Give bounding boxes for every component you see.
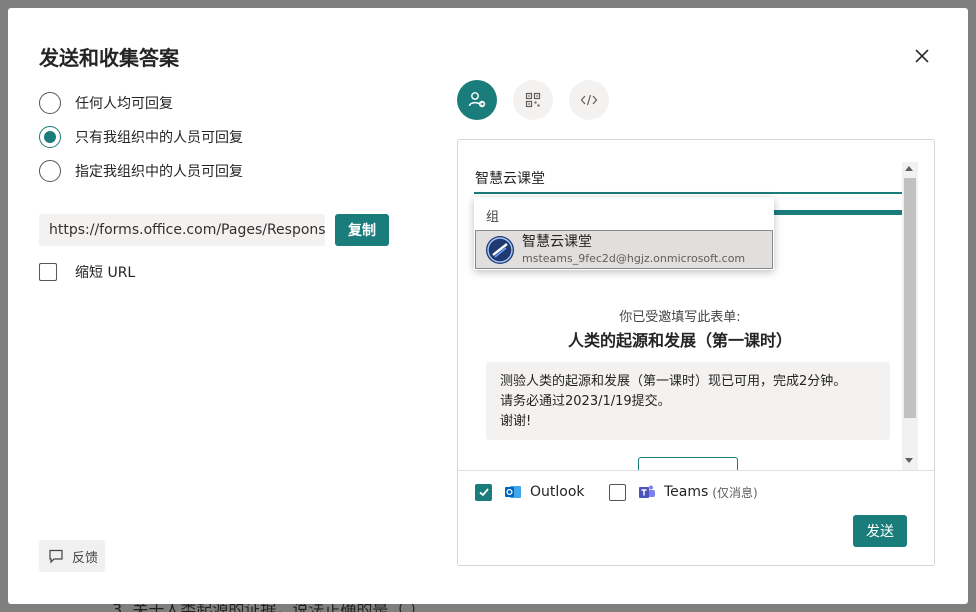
shorten-url-option[interactable]: 缩短 URL [39, 262, 135, 282]
scrollbar-thumb[interactable] [904, 178, 916, 418]
message-line: 谢谢! [500, 414, 532, 429]
teams-sub-label: (仅消息) [712, 485, 758, 500]
radio-specific-people[interactable] [39, 160, 61, 182]
message-line: 请务必通过2023/1/19提交。 [500, 394, 671, 409]
option-anyone[interactable]: 任何人均可回复 [39, 92, 173, 114]
option-specific-people-label: 指定我组织中的人员可回复 [75, 164, 243, 180]
suggestion-email: msteams_9fec2d@hgjz.onmicrosoft.com [522, 252, 746, 265]
tab-embed[interactable] [569, 80, 609, 120]
tab-invite[interactable] [457, 80, 497, 120]
shorten-url-checkbox[interactable] [39, 263, 57, 281]
close-icon [915, 49, 929, 63]
embed-code-icon [580, 94, 598, 106]
message-line: 测验人类的起源和发展（第一课时）现已可用，完成2分钟。 [500, 374, 847, 389]
invite-panel: 你已受邀填写此表单: 人类的起源和发展（第一课时） 测验人类的起源和发展（第一课… [457, 139, 935, 566]
invited-text: 你已受邀填写此表单: [619, 310, 741, 325]
comment-icon [49, 549, 63, 564]
send-dialog: 发送和收集答案 任何人均可回复 只有我组织中的人员可回复 指定我组织中的人员可回… [8, 8, 968, 604]
option-anyone-label: 任何人均可回复 [75, 96, 173, 112]
outlook-icon [505, 486, 521, 498]
teams-icon [639, 485, 655, 498]
radio-anyone[interactable] [39, 92, 61, 114]
qr-code-icon [525, 92, 541, 108]
suggestion-item[interactable]: 智慧云课堂 msteams_9fec2d@hgjz.onmicrosoft.co… [475, 230, 773, 269]
close-button[interactable] [910, 44, 934, 68]
teams-option[interactable]: Teams (仅消息) [609, 483, 758, 501]
radio-org-only[interactable] [39, 126, 61, 148]
copy-button[interactable]: 复制 [335, 214, 389, 246]
outlook-label: Outlook [530, 484, 585, 500]
recipient-suggestions: 组 智慧云课堂 msteams_9fec2d@hgjz.onmicrosoft.… [474, 197, 774, 270]
group-avatar [486, 235, 514, 264]
feedback-label: 反馈 [72, 550, 99, 566]
option-org-only-label: 只有我组织中的人员可回复 [75, 130, 243, 146]
checkmark-icon [478, 488, 489, 497]
form-url-field[interactable]: https://forms.office.com/Pages/ResponseP… [39, 214, 325, 246]
suggestion-name: 智慧云课堂 [522, 234, 592, 250]
preview-header-bar [758, 210, 902, 215]
option-org-only[interactable]: 只有我组织中的人员可回复 [39, 126, 243, 148]
feedback-button[interactable]: 反馈 [39, 540, 105, 572]
send-button[interactable]: 发送 [853, 515, 907, 547]
scroll-down-icon[interactable] [905, 458, 913, 463]
outlook-checkbox[interactable] [475, 483, 492, 501]
dialog-title: 发送和收集答案 [39, 46, 179, 70]
teams-checkbox[interactable] [609, 483, 626, 501]
group-logo-icon [487, 236, 513, 263]
teams-label: Teams [664, 484, 709, 500]
scroll-up-icon[interactable] [905, 166, 913, 171]
send-options: Outlook Teams (仅消息) 发送 [458, 470, 934, 565]
invite-person-icon [468, 92, 486, 108]
invite-message[interactable]: 测验人类的起源和发展（第一课时）现已可用，完成2分钟。 请务必通过2023/1/… [486, 362, 890, 440]
shorten-url-label: 缩短 URL [75, 265, 136, 281]
form-title: 人类的起源和发展（第一课时） [567, 331, 792, 350]
outlook-option[interactable]: Outlook [475, 483, 585, 501]
option-specific-people[interactable]: 指定我组织中的人员可回复 [39, 160, 243, 182]
tab-qr-code[interactable] [513, 80, 553, 120]
recipient-search-input[interactable] [474, 164, 902, 194]
suggestions-group-header: 组 [486, 210, 500, 225]
